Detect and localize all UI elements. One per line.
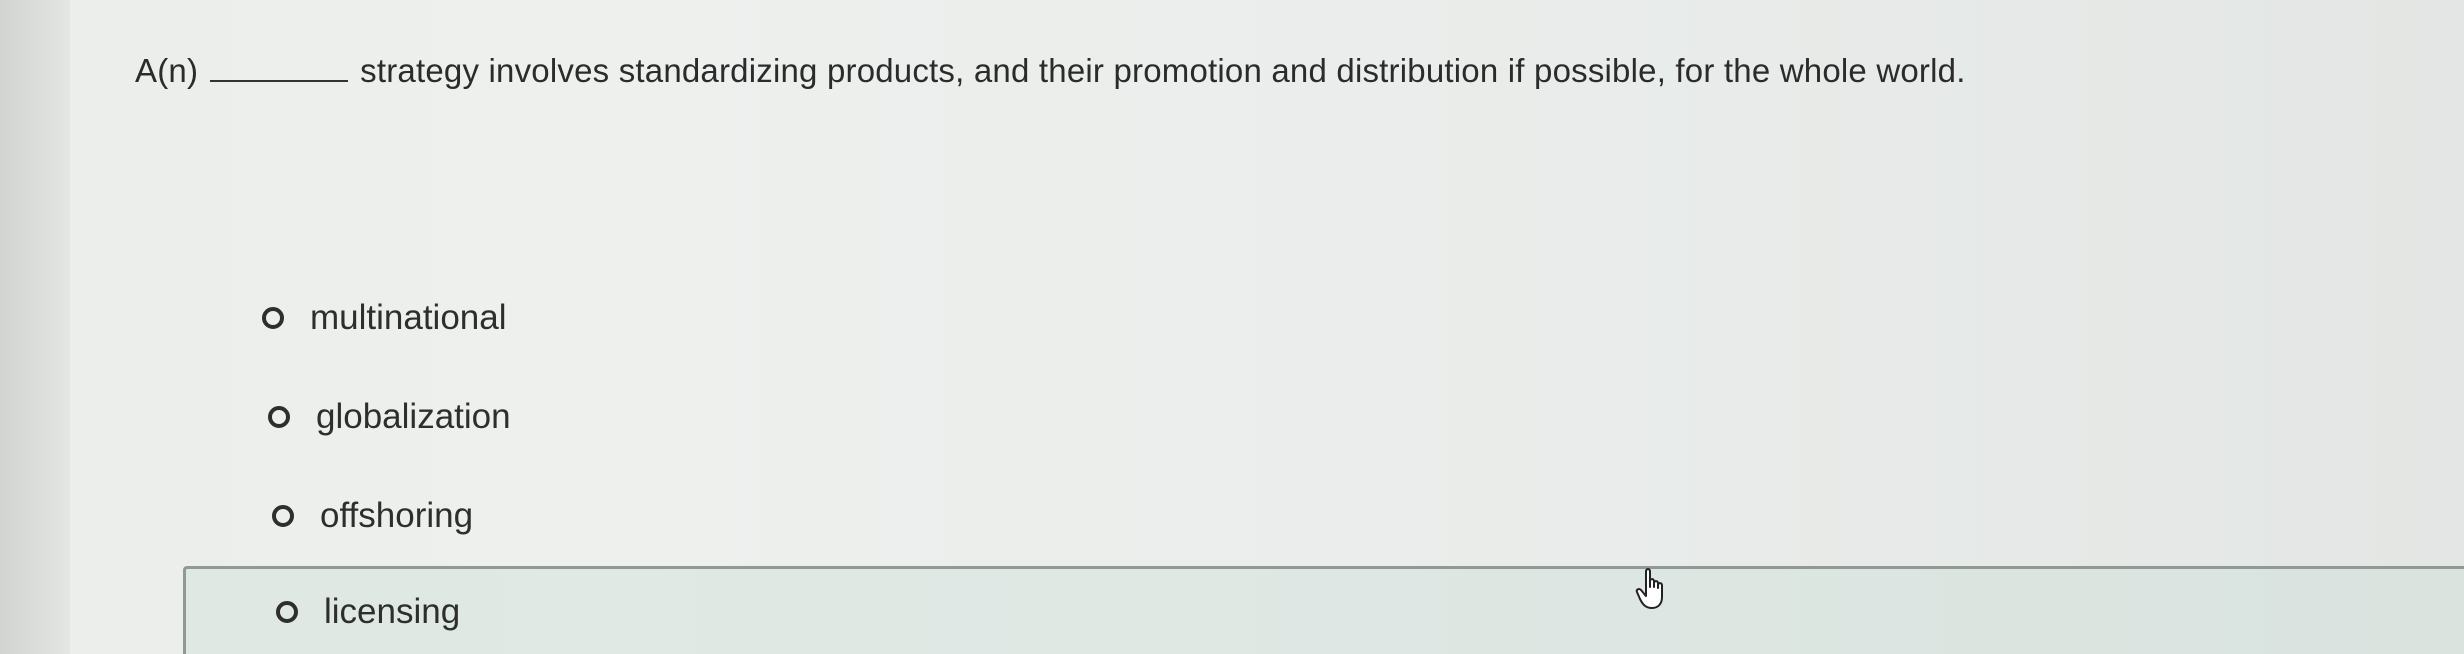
option-multinational[interactable]: multinational: [262, 298, 507, 338]
answer-blank: [210, 54, 349, 82]
option-label: offshoring: [320, 496, 474, 535]
question-body: strategy involves standardizing products…: [360, 52, 1966, 89]
radio-button-icon[interactable]: [272, 505, 294, 527]
quiz-page: A(n) strategy involves standardizing prod…: [0, 0, 2464, 654]
option-licensing[interactable]: licensing: [183, 566, 2464, 654]
radio-button-icon[interactable]: [268, 406, 290, 428]
option-offshoring[interactable]: offshoring: [272, 496, 473, 536]
hand-pointer-icon: [1635, 568, 1663, 609]
question-text: A(n) strategy involves standardizing prod…: [135, 52, 1966, 90]
option-label: multinational: [310, 298, 507, 337]
question-prefix: A(n): [135, 52, 199, 89]
left-edge: [0, 0, 70, 654]
option-globalization[interactable]: globalization: [268, 397, 511, 437]
option-label: globalization: [316, 397, 511, 436]
option-label: licensing: [324, 591, 461, 631]
radio-button-icon[interactable]: [276, 600, 298, 623]
radio-button-icon[interactable]: [262, 307, 284, 329]
